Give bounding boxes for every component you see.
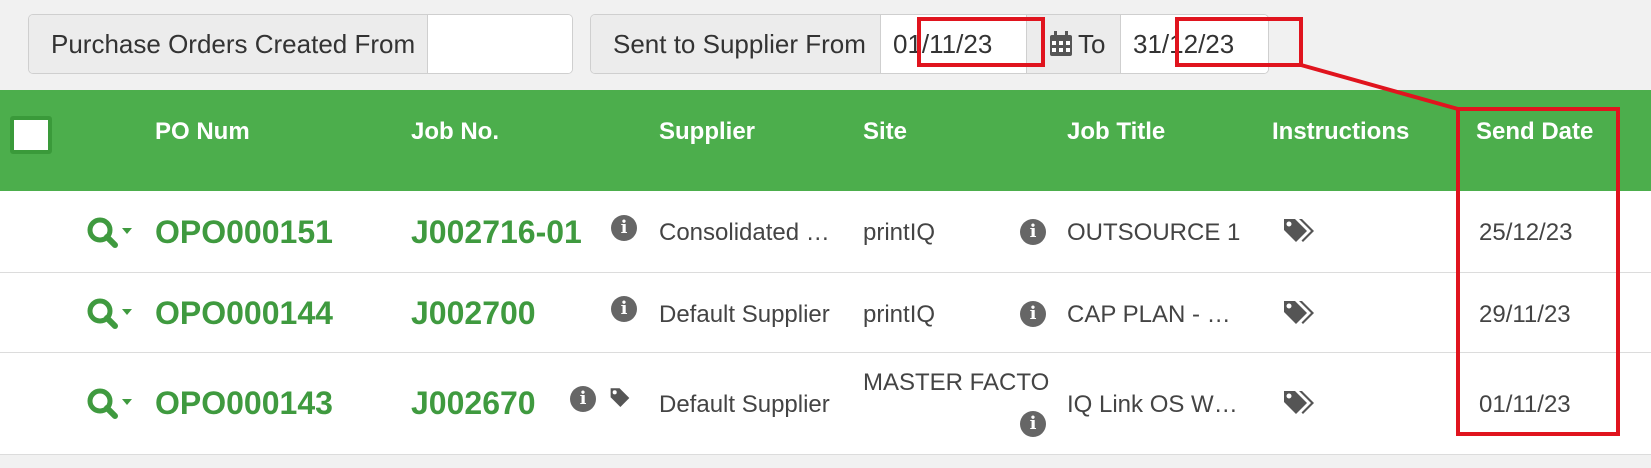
- tag-icon[interactable]: [609, 384, 635, 412]
- table-row: OPO000143 J002670 i Default Supplier MAS…: [0, 353, 1651, 455]
- header-site[interactable]: Site: [863, 118, 907, 146]
- sent-from-label: Sent to Supplier From: [591, 15, 881, 73]
- info-icon[interactable]: i: [1020, 301, 1046, 327]
- table-header: PO Num Job No. Supplier Site Job Title I…: [0, 90, 1651, 191]
- send-date-cell: 01/11/23: [1479, 391, 1571, 418]
- job-title-cell: OUTSOURCE 1: [1067, 219, 1241, 246]
- search-icon[interactable]: [86, 297, 134, 331]
- table-row: OPO000151 J002716-01 i Consolidated … pr…: [0, 191, 1651, 273]
- supplier-cell: Default Supplier: [659, 391, 830, 418]
- job-number[interactable]: J002700: [411, 295, 536, 332]
- header-instructions[interactable]: Instructions: [1272, 118, 1409, 146]
- site-cell: MASTER FACTO: [863, 369, 1050, 396]
- supplier-cell: Consolidated …: [659, 219, 830, 246]
- tag-icon[interactable]: [1282, 299, 1314, 327]
- created-from-input[interactable]: [428, 15, 572, 73]
- header-send-date[interactable]: Send Date: [1476, 118, 1593, 146]
- select-all-checkbox[interactable]: [10, 116, 52, 154]
- header-job-no[interactable]: Job No.: [411, 118, 499, 146]
- supplier-cell: Default Supplier: [659, 301, 830, 328]
- sent-date-filter: Sent to Supplier From 01/11/23 To 31/12/…: [590, 14, 1269, 74]
- to-label: To: [1078, 28, 1106, 59]
- to-addon: To: [1026, 15, 1121, 73]
- created-from-label: Purchase Orders Created From: [29, 15, 428, 73]
- search-icon[interactable]: [86, 387, 134, 421]
- site-cell: printIQ: [863, 301, 936, 328]
- send-date-cell: 25/12/23: [1479, 219, 1573, 246]
- info-icon[interactable]: i: [1020, 411, 1046, 437]
- info-icon[interactable]: i: [611, 215, 637, 241]
- po-number[interactable]: OPO000144: [155, 295, 333, 332]
- table-row: OPO000144 J002700 i Default Supplier pri…: [0, 273, 1651, 353]
- info-icon[interactable]: i: [1020, 219, 1046, 245]
- job-title-cell: IQ Link OS W…: [1067, 391, 1238, 418]
- sent-from-input[interactable]: 01/11/23: [881, 15, 1026, 73]
- search-icon[interactable]: [86, 216, 134, 250]
- header-po-num[interactable]: PO Num: [155, 118, 250, 146]
- info-icon[interactable]: i: [570, 386, 596, 412]
- info-icon[interactable]: i: [611, 296, 637, 322]
- job-number[interactable]: J002670: [411, 385, 536, 422]
- site-cell: printIQ: [863, 219, 936, 246]
- header-job-title[interactable]: Job Title: [1067, 118, 1165, 146]
- po-number[interactable]: OPO000143: [155, 385, 333, 422]
- created-from-filter: Purchase Orders Created From: [28, 14, 573, 74]
- send-date-cell: 29/11/23: [1479, 301, 1571, 328]
- po-number[interactable]: OPO000151: [155, 214, 333, 251]
- tag-icon[interactable]: [1282, 389, 1314, 417]
- job-title-cell: CAP PLAN - …: [1067, 301, 1231, 328]
- to-date-input[interactable]: 31/12/23: [1121, 15, 1268, 73]
- header-supplier[interactable]: Supplier: [659, 118, 755, 146]
- job-number[interactable]: J002716-01: [411, 214, 582, 251]
- tag-icon[interactable]: [1282, 217, 1314, 245]
- calendar-icon: [1050, 31, 1072, 56]
